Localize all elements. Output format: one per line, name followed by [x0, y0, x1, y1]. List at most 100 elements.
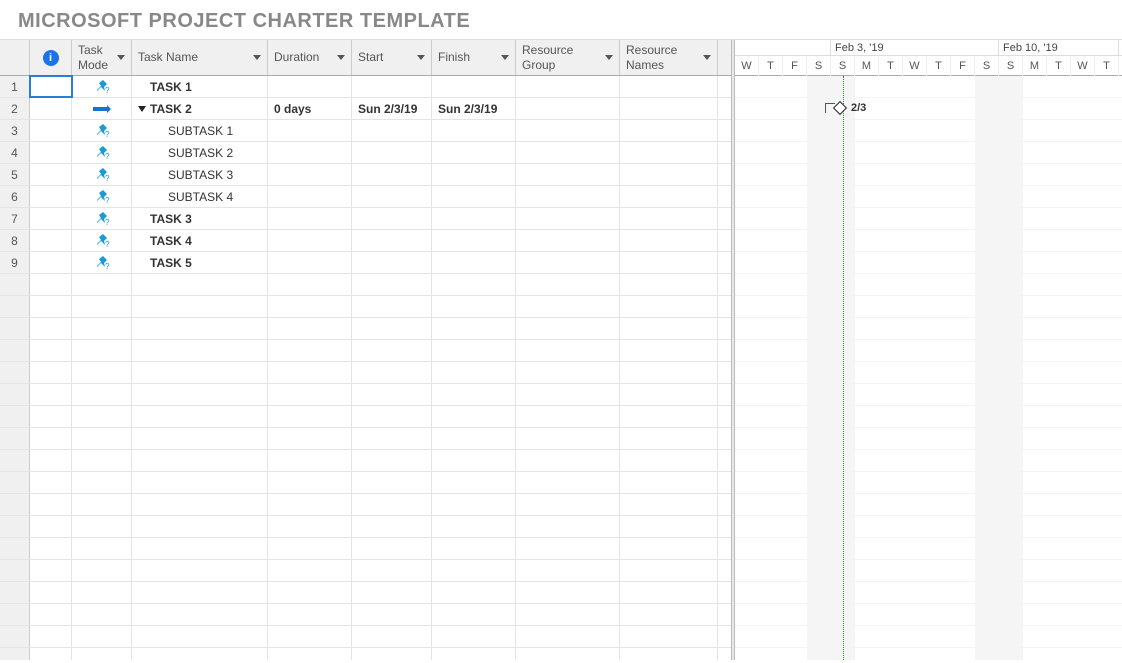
empty-cell[interactable] [620, 296, 718, 317]
empty-cell[interactable] [72, 384, 132, 405]
empty-cell[interactable] [352, 406, 432, 427]
timeline-row[interactable] [735, 76, 1122, 98]
empty-cell[interactable] [0, 450, 30, 471]
empty-cell[interactable] [132, 604, 268, 625]
manual-schedule-icon[interactable]: ? [72, 208, 132, 229]
empty-cell[interactable] [72, 406, 132, 427]
empty-cell[interactable] [620, 648, 718, 660]
empty-cell[interactable] [30, 516, 72, 537]
empty-cell[interactable] [516, 406, 620, 427]
empty-cell[interactable] [432, 450, 516, 471]
empty-cell[interactable] [516, 362, 620, 383]
empty-cell[interactable] [72, 296, 132, 317]
duration-cell[interactable] [268, 208, 352, 229]
empty-cell[interactable] [620, 362, 718, 383]
resource-group-cell[interactable] [516, 98, 620, 119]
table-row[interactable]: 2TASK 20 daysSun 2/3/19Sun 2/3/19 [0, 98, 731, 120]
task-name-cell[interactable]: TASK 2 [132, 98, 268, 119]
table-row-empty[interactable] [0, 472, 731, 494]
empty-cell[interactable] [352, 384, 432, 405]
resource-group-cell[interactable] [516, 230, 620, 251]
table-row[interactable]: 1?TASK 1 [0, 76, 731, 98]
info-cell[interactable] [30, 164, 72, 185]
table-row[interactable]: 6?SUBTASK 4 [0, 186, 731, 208]
resource-group-cell[interactable] [516, 252, 620, 273]
table-row-empty[interactable] [0, 494, 731, 516]
info-cell[interactable] [30, 208, 72, 229]
empty-cell[interactable] [72, 340, 132, 361]
timeline-row[interactable] [735, 142, 1122, 164]
start-cell[interactable] [352, 208, 432, 229]
empty-cell[interactable] [352, 428, 432, 449]
empty-cell[interactable] [352, 604, 432, 625]
empty-cell[interactable] [352, 494, 432, 515]
resource-group-cell[interactable] [516, 76, 620, 97]
timeline-row[interactable] [735, 604, 1122, 626]
row-number[interactable]: 7 [0, 208, 30, 229]
table-row-empty[interactable] [0, 406, 731, 428]
finish-cell[interactable] [432, 142, 516, 163]
empty-cell[interactable] [432, 538, 516, 559]
duration-cell[interactable] [268, 230, 352, 251]
task-name-cell[interactable]: SUBTASK 3 [132, 164, 268, 185]
empty-cell[interactable] [30, 406, 72, 427]
empty-cell[interactable] [620, 428, 718, 449]
empty-cell[interactable] [132, 494, 268, 515]
empty-cell[interactable] [268, 582, 352, 603]
timeline-row[interactable] [735, 516, 1122, 538]
duration-cell[interactable] [268, 164, 352, 185]
table-row-empty[interactable] [0, 560, 731, 582]
empty-cell[interactable] [432, 604, 516, 625]
empty-cell[interactable] [30, 494, 72, 515]
empty-cell[interactable] [72, 274, 132, 295]
empty-cell[interactable] [432, 274, 516, 295]
empty-cell[interactable] [620, 538, 718, 559]
auto-schedule-icon[interactable] [72, 98, 132, 119]
empty-cell[interactable] [30, 648, 72, 660]
empty-cell[interactable] [352, 296, 432, 317]
empty-cell[interactable] [352, 340, 432, 361]
empty-cell[interactable] [352, 516, 432, 537]
empty-cell[interactable] [72, 472, 132, 493]
task-name-cell[interactable]: SUBTASK 2 [132, 142, 268, 163]
timeline-row[interactable] [735, 538, 1122, 560]
timeline-row[interactable] [735, 406, 1122, 428]
empty-cell[interactable] [432, 516, 516, 537]
empty-cell[interactable] [620, 406, 718, 427]
empty-cell[interactable] [432, 626, 516, 647]
manual-schedule-icon[interactable]: ? [72, 142, 132, 163]
info-cell[interactable] [30, 186, 72, 207]
empty-cell[interactable] [72, 516, 132, 537]
finish-cell[interactable] [432, 186, 516, 207]
empty-cell[interactable] [132, 560, 268, 581]
timeline-row[interactable] [735, 428, 1122, 450]
manual-schedule-icon[interactable]: ? [72, 76, 132, 97]
start-cell[interactable] [352, 252, 432, 273]
empty-cell[interactable] [620, 582, 718, 603]
empty-cell[interactable] [30, 582, 72, 603]
empty-cell[interactable] [132, 472, 268, 493]
table-row-empty[interactable] [0, 340, 731, 362]
empty-cell[interactable] [30, 384, 72, 405]
timeline-row[interactable] [735, 318, 1122, 340]
start-cell[interactable] [352, 186, 432, 207]
empty-cell[interactable] [432, 560, 516, 581]
empty-cell[interactable] [30, 274, 72, 295]
row-number[interactable]: 5 [0, 164, 30, 185]
empty-cell[interactable] [72, 494, 132, 515]
timeline-row[interactable] [735, 186, 1122, 208]
empty-cell[interactable] [620, 626, 718, 647]
empty-cell[interactable] [0, 604, 30, 625]
chevron-down-icon[interactable] [253, 55, 261, 60]
row-number[interactable]: 9 [0, 252, 30, 273]
chevron-down-icon[interactable] [337, 55, 345, 60]
empty-cell[interactable] [516, 472, 620, 493]
row-number[interactable]: 3 [0, 120, 30, 141]
empty-cell[interactable] [132, 582, 268, 603]
start-cell[interactable] [352, 120, 432, 141]
empty-cell[interactable] [516, 318, 620, 339]
empty-cell[interactable] [268, 362, 352, 383]
finish-header[interactable]: Finish [432, 40, 516, 75]
empty-cell[interactable] [352, 450, 432, 471]
resource-names-cell[interactable] [620, 120, 718, 141]
